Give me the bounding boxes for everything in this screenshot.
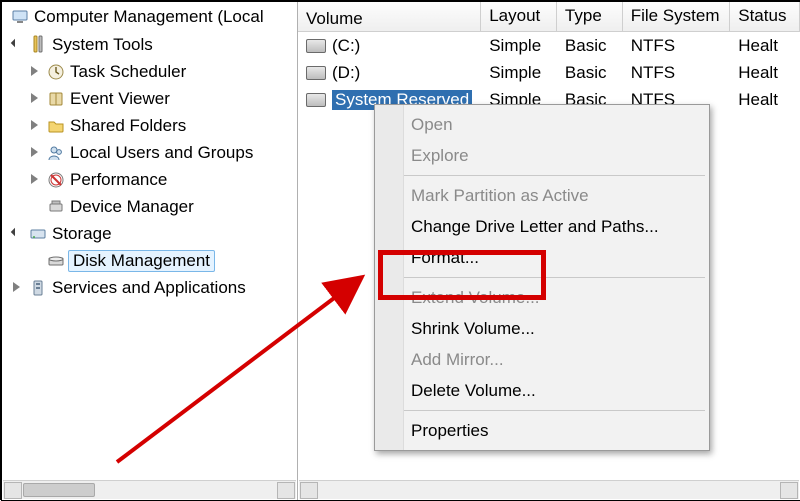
tree-label: Shared Folders — [70, 116, 190, 136]
menu-explore: Explore — [377, 140, 707, 171]
tree-label: Storage — [52, 224, 116, 244]
vol-layout: Simple — [481, 63, 557, 83]
computer-management-window: Computer Management (Local System Tools … — [2, 2, 800, 500]
table-row[interactable]: (C:) Simple Basic NTFS Healt — [298, 32, 800, 59]
tree-system-tools[interactable]: System Tools — [2, 31, 297, 58]
vol-name: (D:) — [332, 63, 360, 83]
navigation-tree[interactable]: Computer Management (Local System Tools … — [2, 2, 298, 500]
menu-extend: Extend Volume... — [377, 282, 707, 313]
disk-icon — [46, 251, 66, 271]
col-layout[interactable]: Layout — [481, 2, 557, 31]
tree-label: Event Viewer — [70, 89, 174, 109]
clock-icon — [46, 62, 66, 82]
menu-open: Open — [377, 109, 707, 140]
computer-icon — [10, 7, 30, 27]
tree-local-users[interactable]: Local Users and Groups — [2, 139, 297, 166]
vol-name: (C:) — [332, 36, 360, 56]
expand-icon[interactable] — [28, 173, 42, 187]
vol-type: Basic — [557, 36, 623, 56]
performance-icon — [46, 170, 66, 190]
vol-fs: NTFS — [623, 36, 731, 56]
tree-performance[interactable]: Performance — [2, 166, 297, 193]
vol-fs: NTFS — [623, 63, 731, 83]
expand-icon[interactable] — [28, 119, 42, 133]
tree-root-label: Computer Management (Local — [34, 7, 268, 27]
vol-type: Basic — [557, 63, 623, 83]
menu-separator — [379, 175, 705, 176]
tree-label: Device Manager — [70, 197, 198, 217]
scroll-right-icon[interactable] — [780, 482, 798, 499]
expand-icon[interactable] — [28, 65, 42, 79]
services-icon — [28, 278, 48, 298]
scroll-left-icon[interactable] — [4, 482, 22, 499]
tree-label: Services and Applications — [52, 278, 250, 298]
menu-shrink[interactable]: Shrink Volume... — [377, 313, 707, 344]
expand-icon[interactable] — [10, 227, 24, 241]
tree-label: Local Users and Groups — [70, 143, 257, 163]
menu-delete[interactable]: Delete Volume... — [377, 375, 707, 406]
col-status[interactable]: Status — [730, 2, 800, 31]
book-icon — [46, 89, 66, 109]
menu-properties[interactable]: Properties — [377, 415, 707, 446]
vol-status: Healt — [730, 36, 800, 56]
scroll-right-icon[interactable] — [277, 482, 295, 499]
device-icon — [46, 197, 66, 217]
list-scrollbar[interactable] — [299, 480, 799, 499]
tree-device-manager[interactable]: Device Manager — [2, 193, 297, 220]
drive-icon — [306, 66, 326, 80]
tree-label: Performance — [70, 170, 171, 190]
drive-icon — [306, 39, 326, 53]
scroll-left-icon[interactable] — [300, 482, 318, 499]
menu-mark-active: Mark Partition as Active — [377, 180, 707, 211]
users-icon — [46, 143, 66, 163]
vol-status: Healt — [730, 90, 800, 110]
tree-root[interactable]: Computer Management (Local — [2, 2, 297, 31]
expand-icon[interactable] — [28, 92, 42, 106]
col-volume[interactable]: Volume — [298, 2, 481, 31]
menu-add-mirror: Add Mirror... — [377, 344, 707, 375]
table-row[interactable]: (D:) Simple Basic NTFS Healt — [298, 59, 800, 86]
menu-format[interactable]: Format... — [377, 242, 707, 273]
storage-icon — [28, 224, 48, 244]
vol-status: Healt — [730, 63, 800, 83]
expand-icon[interactable] — [10, 281, 24, 295]
tree-disk-management[interactable]: Disk Management — [2, 247, 297, 274]
vol-layout: Simple — [481, 36, 557, 56]
menu-separator — [379, 277, 705, 278]
tree-label: Task Scheduler — [70, 62, 190, 82]
expand-icon[interactable] — [10, 38, 24, 52]
tree-storage[interactable]: Storage — [2, 220, 297, 247]
tools-icon — [28, 35, 48, 55]
tree-label-selected: Disk Management — [68, 250, 215, 272]
column-headers: Volume Layout Type File System Status — [298, 2, 800, 32]
context-menu: Open Explore Mark Partition as Active Ch… — [374, 104, 710, 451]
col-filesystem[interactable]: File System — [623, 2, 731, 31]
col-type[interactable]: Type — [557, 2, 623, 31]
tree-event-viewer[interactable]: Event Viewer — [2, 85, 297, 112]
tree-services[interactable]: Services and Applications — [2, 274, 297, 301]
drive-icon — [306, 93, 326, 107]
menu-change-letter[interactable]: Change Drive Letter and Paths... — [377, 211, 707, 242]
menu-separator — [379, 410, 705, 411]
menu-icon-column — [375, 105, 404, 450]
scroll-thumb[interactable] — [23, 483, 95, 497]
tree-shared-folders[interactable]: Shared Folders — [2, 112, 297, 139]
tree-label: System Tools — [52, 35, 157, 55]
expand-icon[interactable] — [28, 146, 42, 160]
folder-icon — [46, 116, 66, 136]
tree-task-scheduler[interactable]: Task Scheduler — [2, 58, 297, 85]
tree-scrollbar[interactable] — [3, 480, 296, 499]
